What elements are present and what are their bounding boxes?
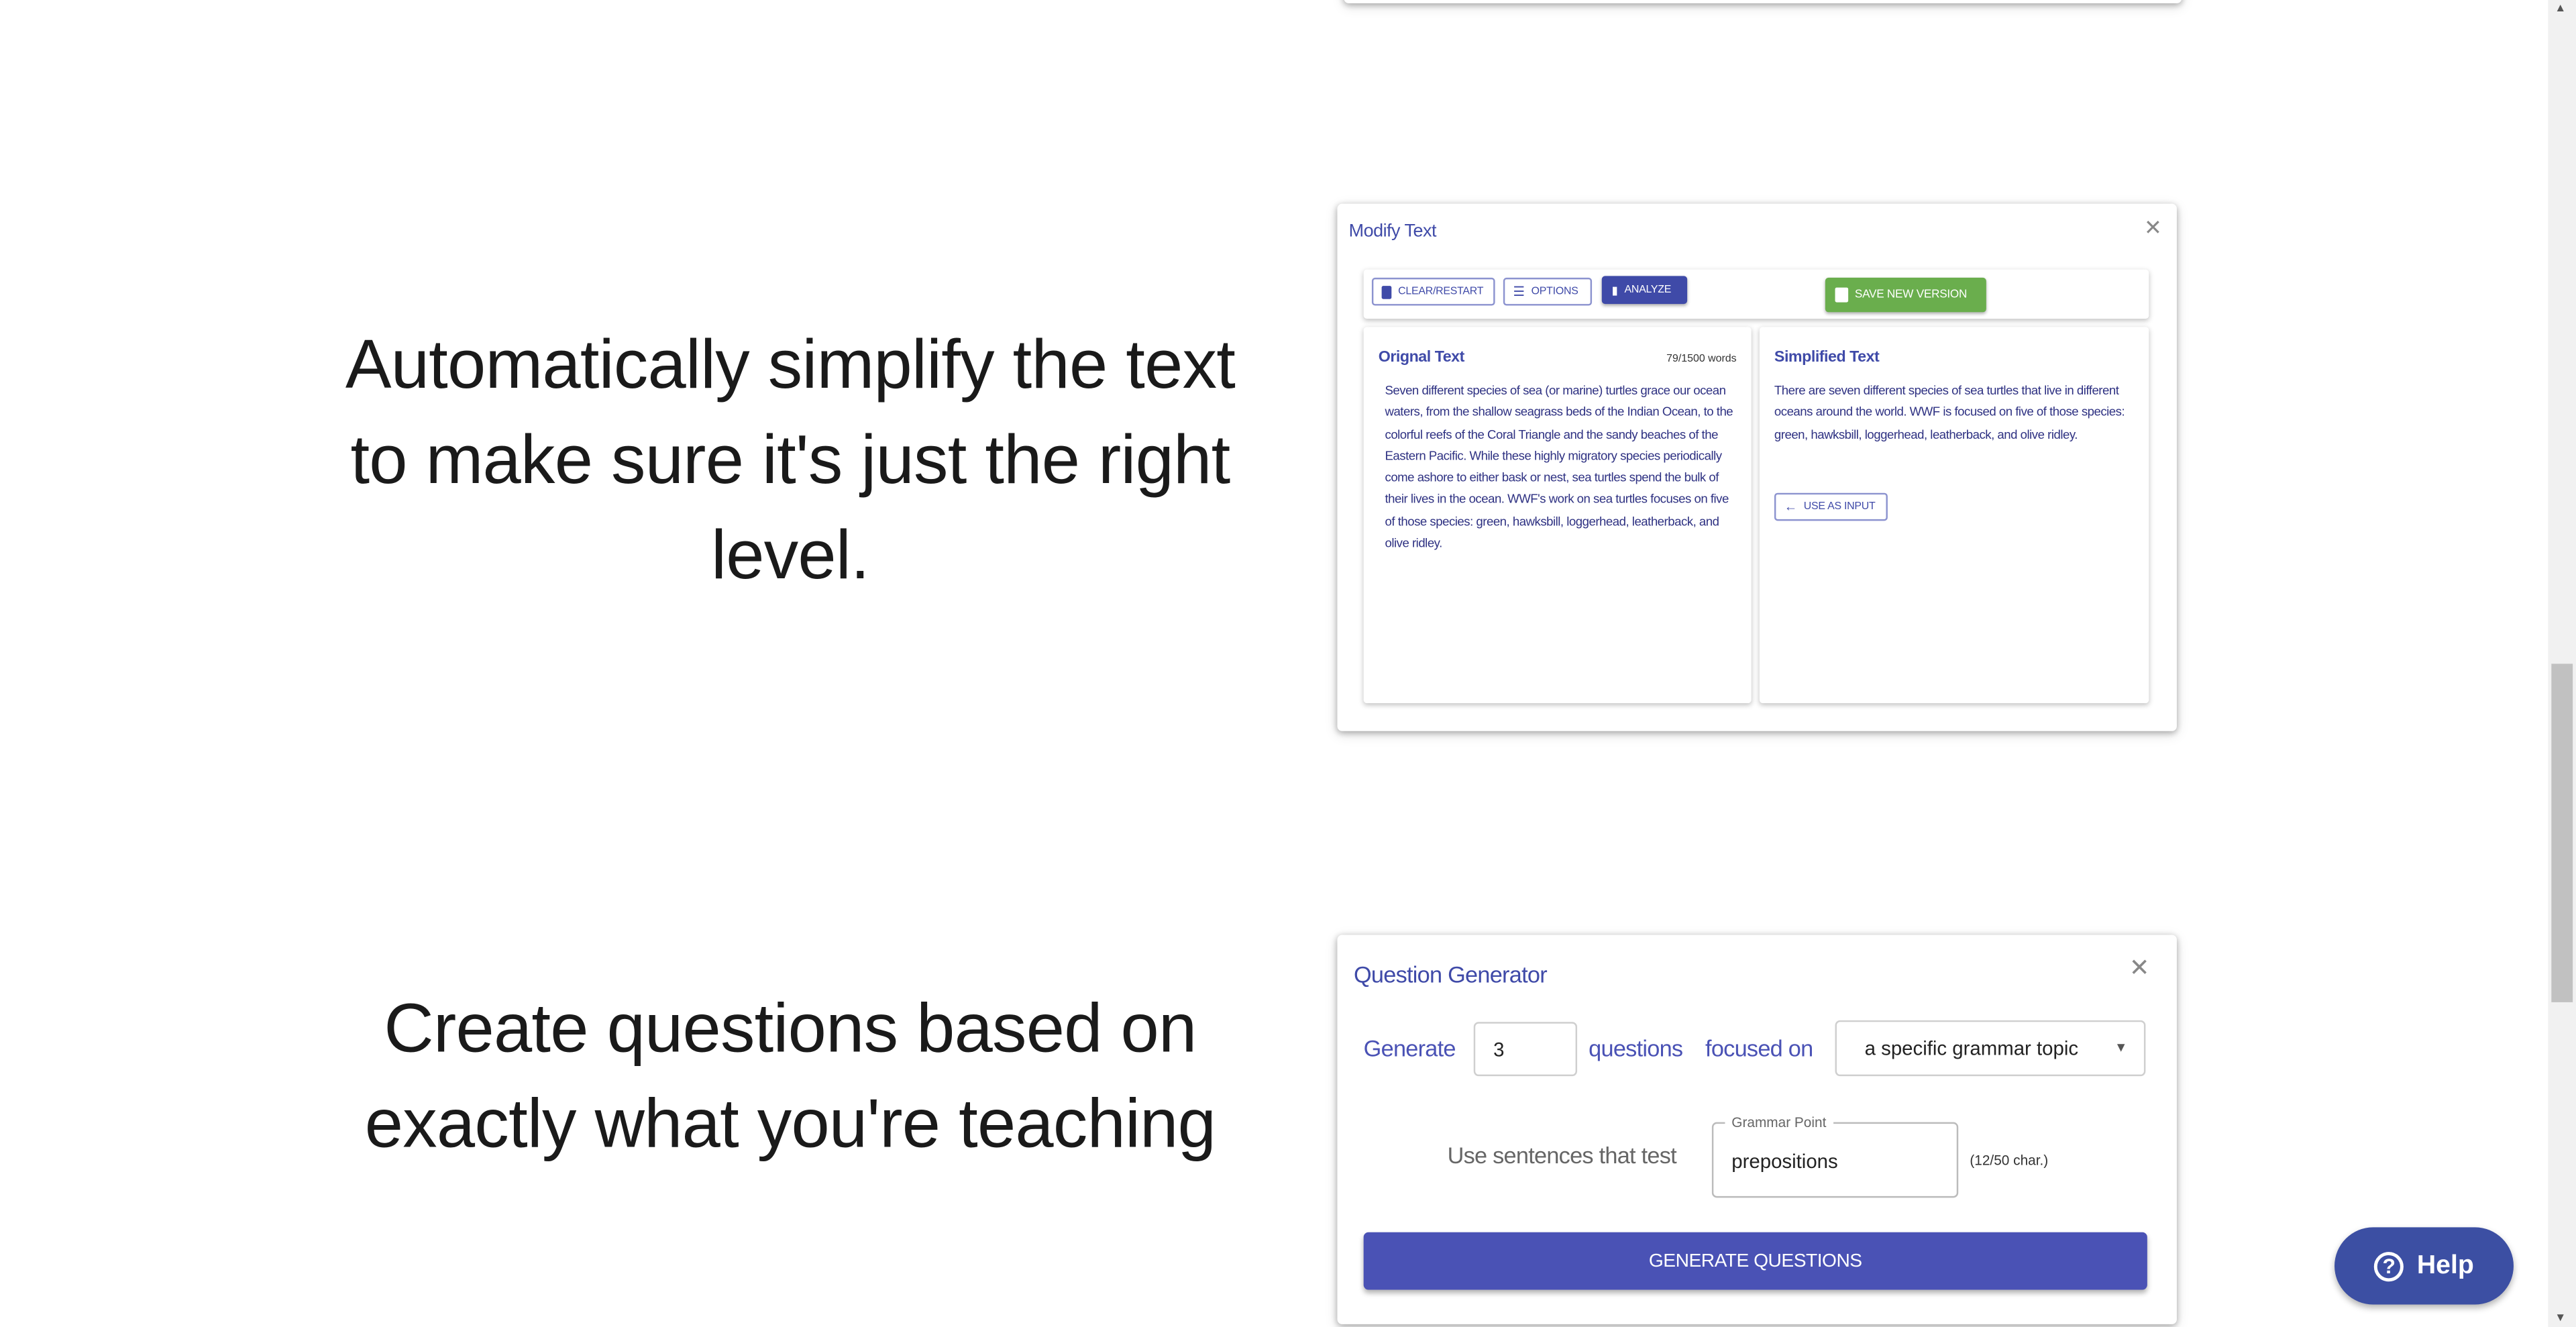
clear-restart-label: CLEAR/RESTART: [1398, 286, 1484, 298]
original-text-body[interactable]: Seven different species of sea (or marin…: [1385, 380, 1740, 555]
help-button[interactable]: ? Help: [2334, 1227, 2514, 1305]
original-text-panel: Orignal Text 79/1500 words Seven differe…: [1363, 327, 1752, 704]
clear-restart-button[interactable]: CLEAR/RESTART: [1371, 277, 1495, 306]
analyze-label: ANALYZE: [1624, 284, 1672, 296]
tune-icon: ☰: [1513, 284, 1525, 299]
bar-chart-icon: ▮: [1611, 284, 1618, 297]
arrow-left-icon: ←: [1784, 499, 1798, 515]
focus-select[interactable]: a specific grammar topic ▼: [1835, 1020, 2146, 1077]
previous-card: [1344, 0, 2182, 3]
simplify-heading: Automatically simplify the text to make …: [345, 325, 1236, 594]
questions-label: questions: [1589, 1034, 1683, 1062]
scroll-up-icon[interactable]: ▲: [2555, 3, 2566, 15]
file-restore-icon: [1381, 284, 1392, 299]
simplified-text-body: There are seven different species of sea…: [1774, 382, 2125, 441]
use-as-input-label: USE AS INPUT: [1803, 500, 1876, 513]
generate-questions-button[interactable]: GENERATE QUESTIONS: [1363, 1232, 2147, 1290]
dropdown-arrow-icon: ▼: [2114, 1040, 2128, 1055]
word-count: 79/1500 words: [1666, 353, 1737, 365]
scroll-down-icon[interactable]: ▼: [2555, 1313, 2566, 1324]
generate-questions-label: GENERATE QUESTIONS: [1648, 1251, 1862, 1271]
original-text-heading: Orignal Text: [1378, 348, 1465, 367]
question-generator-title: Question Generator: [1353, 961, 1548, 988]
simplified-text-heading: Simplified Text: [1774, 348, 1880, 367]
modify-toolbar: CLEAR/RESTART ☰ OPTIONS ▮ ANALYZE SAVE N…: [1363, 269, 2149, 319]
save-new-version-button[interactable]: SAVE NEW VERSION: [1825, 277, 1986, 313]
grammar-point-field[interactable]: Grammar Point prepositions: [1711, 1114, 1959, 1198]
question-circle-icon: ?: [2374, 1251, 2404, 1281]
options-label: OPTIONS: [1531, 286, 1578, 298]
use-as-input-button[interactable]: ← USE AS INPUT: [1774, 492, 1888, 521]
save-new-version-label: SAVE NEW VERSION: [1854, 289, 1968, 301]
question-generator-card: Question Generator ✕ Generate 3 question…: [1337, 935, 2177, 1324]
close-icon[interactable]: ✕: [2129, 956, 2150, 981]
use-sentences-label: Use sentences that test: [1447, 1142, 1677, 1169]
question-count-input[interactable]: 3: [1473, 1022, 1578, 1077]
modify-text-card: Modify Text ✕ CLEAR/RESTART ☰ OPTIONS ▮ …: [1337, 203, 2177, 731]
focused-on-label: focused on: [1705, 1034, 1813, 1062]
char-count: (12/50 char.): [1970, 1151, 2049, 1169]
scrollbar[interactable]: ▲ ▼: [2548, 0, 2576, 1327]
grammar-point-value: prepositions: [1731, 1150, 1838, 1173]
simplified-text-panel: Simplified Text There are seven differen…: [1759, 327, 2149, 704]
scrollbar-thumb[interactable]: [2551, 664, 2573, 1002]
page: Automatically simplify the text to make …: [0, 0, 2576, 1327]
help-label: Help: [2416, 1251, 2474, 1279]
analyze-button[interactable]: ▮ ANALYZE: [1601, 276, 1688, 305]
save-icon: [1835, 287, 1849, 303]
modify-text-title: Modify Text: [1348, 221, 1437, 242]
close-icon[interactable]: ✕: [2144, 217, 2162, 238]
focus-select-value: a specific grammar topic: [1864, 1037, 2079, 1060]
generate-label: Generate: [1363, 1034, 1456, 1062]
questions-heading: Create questions based on exactly what y…: [364, 989, 1216, 1162]
grammar-point-label: Grammar Point: [1725, 1114, 1833, 1130]
options-button[interactable]: ☰ OPTIONS: [1503, 277, 1593, 306]
